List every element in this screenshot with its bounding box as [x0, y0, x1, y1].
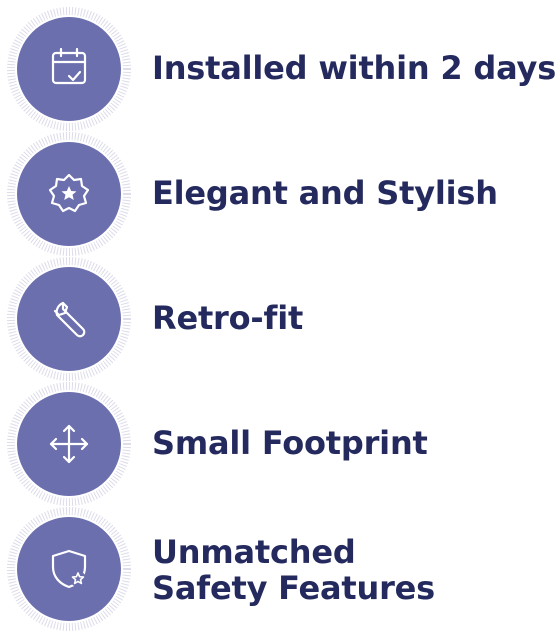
feature-badge [7, 382, 131, 506]
feature-badge [7, 132, 131, 256]
feature-item-installed: Installed within 2 days [0, 0, 555, 131]
feature-label: Small Footprint [152, 424, 428, 462]
feature-label: Retro-fit [152, 299, 304, 337]
feature-label: Installed within 2 days [152, 49, 555, 87]
feature-item-footprint: Small Footprint [0, 375, 555, 506]
feature-label-line1: Unmatched [152, 533, 356, 571]
feature-label: Elegant and Stylish [152, 174, 498, 212]
feature-badge [7, 257, 131, 381]
feature-list: Installed within 2 days Elegant and Styl… [0, 0, 555, 633]
feature-item-safety: Unmatched Safety Features [0, 500, 555, 631]
feature-badge [7, 507, 131, 631]
feature-badge [7, 7, 131, 131]
feature-item-retrofit: Retro-fit [0, 250, 555, 381]
feature-label-line2: Safety Features [152, 569, 436, 607]
feature-label: Unmatched Safety Features [152, 534, 435, 606]
feature-item-elegant: Elegant and Stylish [0, 125, 555, 256]
